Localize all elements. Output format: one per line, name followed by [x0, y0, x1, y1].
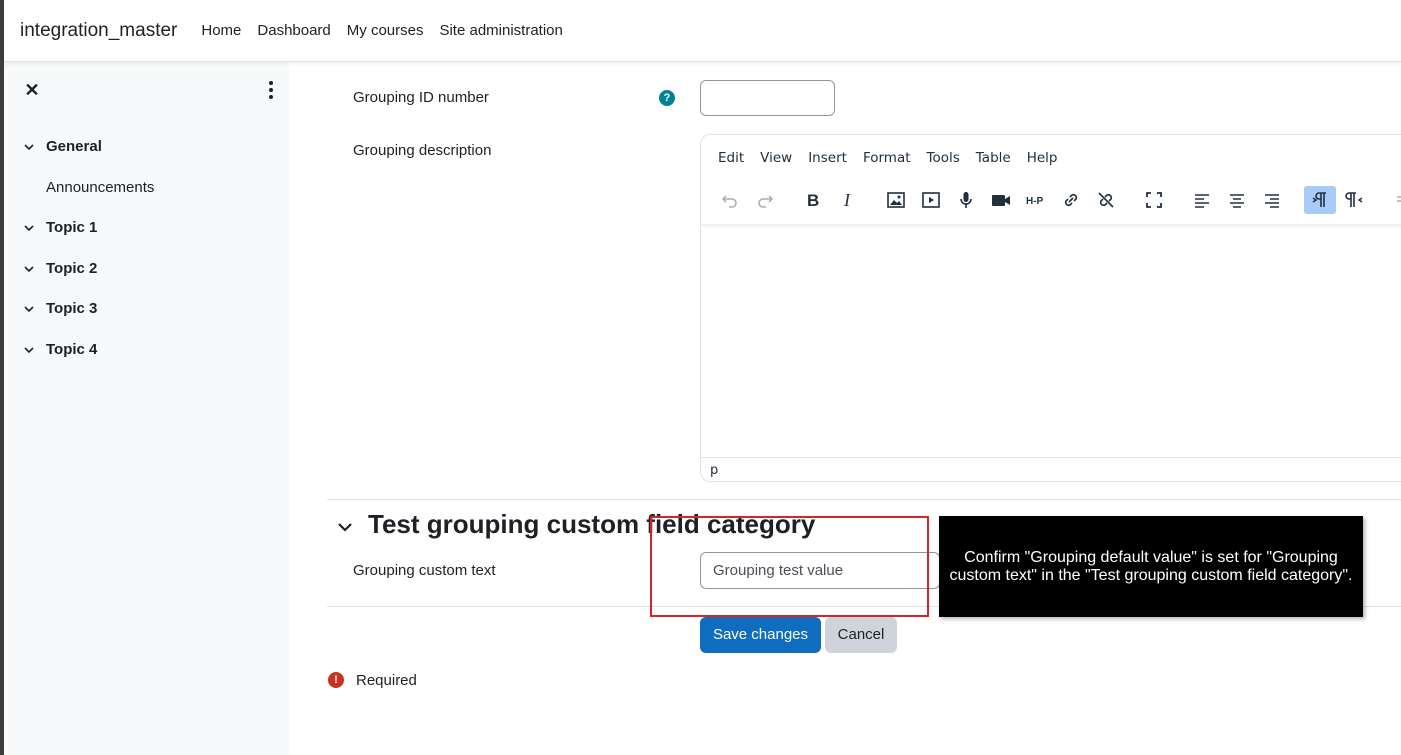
unlink-icon[interactable]: [1090, 186, 1122, 214]
video-camera-icon[interactable]: [985, 186, 1017, 214]
section-topic-3[interactable]: Topic 3: [24, 300, 97, 317]
nav-site-administration[interactable]: Site administration: [439, 22, 562, 39]
more-tools-icon[interactable]: [1387, 186, 1401, 214]
kebab-menu-icon[interactable]: [261, 80, 281, 100]
section-label: General: [46, 138, 102, 155]
idnumber-label: Grouping ID number: [353, 89, 489, 106]
menu-help[interactable]: Help: [1019, 150, 1066, 166]
chevron-down-icon: [24, 346, 34, 353]
rtl-direction-icon[interactable]: [1339, 186, 1371, 214]
highlight-box: [650, 516, 929, 617]
activity-announcements[interactable]: Announcements: [46, 179, 154, 196]
course-index-drawer: ✕ General Announcements Topic 1 Topic 2 …: [4, 62, 289, 755]
save-changes-button[interactable]: Save changes: [700, 617, 821, 653]
help-icon[interactable]: ?: [659, 90, 675, 106]
section-general[interactable]: General: [24, 138, 102, 155]
section-topic-1[interactable]: Topic 1: [24, 219, 97, 236]
editor-menubar: Edit View Insert Format Tools Table Help: [701, 135, 1065, 181]
chevron-down-icon: [24, 224, 34, 231]
svg-text:H-P: H-P: [1026, 196, 1044, 207]
menu-tools[interactable]: Tools: [919, 150, 968, 166]
align-left-icon[interactable]: [1186, 186, 1218, 214]
menu-edit[interactable]: Edit: [710, 150, 752, 166]
section-topic-2[interactable]: Topic 2: [24, 260, 97, 277]
top-navbar: integration_master Home Dashboard My cou…: [4, 0, 1401, 62]
menu-view[interactable]: View: [752, 150, 800, 166]
close-icon[interactable]: ✕: [22, 80, 42, 100]
required-icon: !: [328, 672, 344, 688]
editor-toolbar: B I H-P: [701, 181, 1401, 225]
menu-format[interactable]: Format: [855, 150, 919, 166]
main-form-region: Grouping ID number ? Grouping descriptio…: [289, 61, 1401, 755]
fullscreen-icon[interactable]: [1138, 186, 1170, 214]
redo-icon[interactable]: [749, 186, 781, 214]
menu-table[interactable]: Table: [968, 150, 1019, 166]
align-center-icon[interactable]: [1221, 186, 1253, 214]
chevron-down-icon[interactable]: [337, 519, 353, 535]
microphone-icon[interactable]: [950, 186, 982, 214]
undo-icon[interactable]: [714, 186, 746, 214]
nav-dashboard[interactable]: Dashboard: [257, 22, 330, 39]
rich-text-editor: Edit View Insert Format Tools Table Help…: [700, 134, 1401, 482]
instruction-tooltip: Confirm "Grouping default value" is set …: [939, 516, 1363, 617]
nav-my-courses[interactable]: My courses: [347, 22, 424, 39]
idnumber-input[interactable]: [700, 80, 835, 116]
section-topic-4[interactable]: Topic 4: [24, 341, 97, 358]
ltr-direction-icon[interactable]: [1304, 186, 1336, 214]
description-label: Grouping description: [353, 142, 492, 159]
chevron-down-icon: [24, 265, 34, 272]
section-label: Topic 2: [46, 260, 98, 277]
required-label: Required: [356, 672, 417, 689]
svg-text:I: I: [843, 190, 851, 210]
nav-home[interactable]: Home: [201, 22, 241, 39]
chevron-down-icon: [24, 143, 34, 150]
custom-text-label: Grouping custom text: [353, 562, 496, 579]
h5p-icon[interactable]: H-P: [1020, 186, 1052, 214]
section-label: Topic 3: [46, 300, 98, 317]
image-icon[interactable]: [880, 186, 912, 214]
cancel-button[interactable]: Cancel: [825, 617, 897, 653]
chevron-down-icon: [24, 305, 34, 312]
italic-icon[interactable]: I: [832, 186, 864, 214]
site-brand[interactable]: integration_master: [20, 20, 177, 42]
media-icon[interactable]: [915, 186, 947, 214]
svg-text:B: B: [807, 191, 819, 210]
menu-insert[interactable]: Insert: [800, 150, 855, 166]
section-divider: [327, 499, 1401, 500]
section-label: Topic 1: [46, 219, 98, 236]
align-right-icon[interactable]: [1256, 186, 1288, 214]
link-icon[interactable]: [1055, 186, 1087, 214]
editor-statusbar: p: [701, 457, 1401, 481]
bold-icon[interactable]: B: [797, 186, 829, 214]
section-label: Topic 4: [46, 341, 98, 358]
